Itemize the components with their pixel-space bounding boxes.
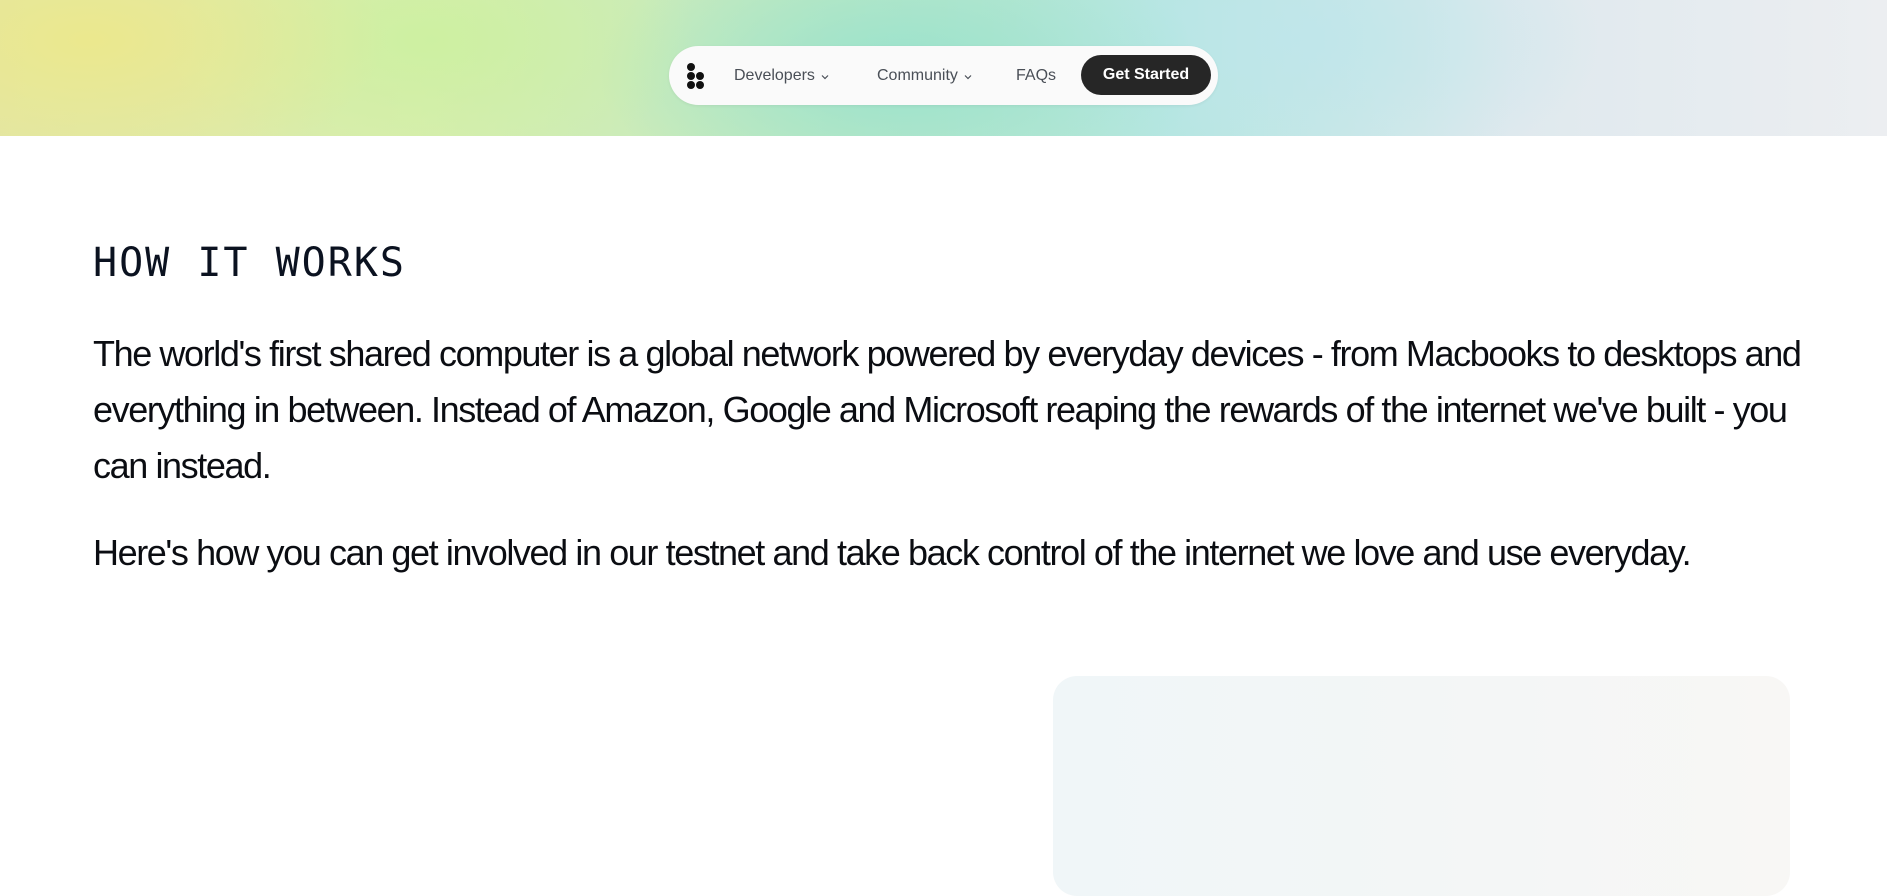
chevron-down-icon: [821, 74, 829, 79]
section-heading: HOW IT WORKS: [93, 240, 406, 286]
nav-community[interactable]: Community: [877, 46, 972, 105]
get-started-button[interactable]: Get Started: [1081, 55, 1211, 95]
feature-card: [1053, 676, 1790, 896]
nav-developers-label: Developers: [734, 66, 815, 84]
chevron-down-icon: [964, 74, 972, 79]
nav-faqs[interactable]: FAQs: [1016, 46, 1056, 105]
top-nav: Developers Community FAQs Get Started: [669, 46, 1218, 105]
involvement-paragraph: Here's how you can get involved in our t…: [93, 532, 1692, 573]
intro-paragraph: The world's first shared computer is a g…: [93, 333, 1802, 486]
four-dot-logo-icon[interactable]: [687, 63, 709, 89]
nav-community-label: Community: [877, 66, 958, 84]
nav-faqs-label: FAQs: [1016, 66, 1057, 84]
nav-developers[interactable]: Developers: [734, 46, 829, 105]
